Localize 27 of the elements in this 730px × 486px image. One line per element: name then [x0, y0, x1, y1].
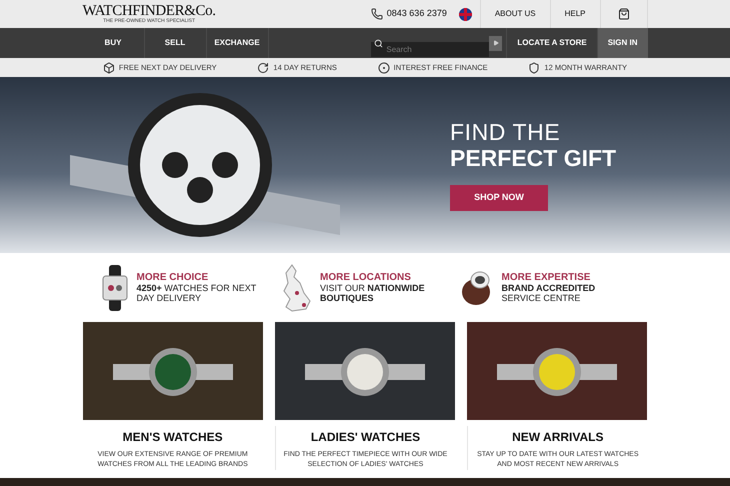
card-title[interactable]: MEN'S WATCHES — [122, 428, 223, 446]
box-icon — [102, 62, 115, 74]
card-title[interactable]: LADIES' WATCHES — [310, 428, 420, 446]
logo[interactable]: WATCHFINDER&Co. — [82, 4, 216, 19]
shop-now-button[interactable]: SHOP NOW — [450, 185, 548, 211]
search-field[interactable]: Search — [371, 42, 490, 56]
circle-icon — [378, 62, 390, 74]
shield-icon — [528, 62, 540, 74]
feature-title: MORE LOCATIONS — [320, 272, 412, 282]
feature-text: 4250+ WATCHES FOR NEXT DAY DELIVERY — [136, 282, 258, 302]
flag-icon[interactable] — [458, 8, 472, 20]
feature-title: MORE CHOICE — [136, 272, 210, 282]
card-title[interactable]: NEW ARRIVALS — [512, 428, 604, 446]
bag-icon[interactable] — [618, 8, 630, 20]
search-submit-button[interactable] — [489, 36, 502, 50]
feature-title: MORE EXPERTISE — [502, 272, 592, 282]
search-icon — [374, 38, 384, 48]
watch-drawing — [100, 264, 128, 310]
hero-title: FIND THE — [450, 119, 560, 145]
circular-arrow-icon — [257, 62, 270, 74]
phone-number[interactable]: 0843 636 2379 — [386, 7, 447, 21]
hero-title: PERFECT GIFT — [450, 145, 616, 171]
play-icon — [492, 40, 499, 46]
phone-icon — [370, 8, 383, 20]
feature-text: VISIT OUR NATIONWIDE BOUTIQUES — [320, 282, 426, 302]
feature-text: BRAND ACCREDITED SERVICE CENTRE — [502, 282, 596, 302]
nav-item[interactable]: SIGN IN — [596, 28, 648, 58]
